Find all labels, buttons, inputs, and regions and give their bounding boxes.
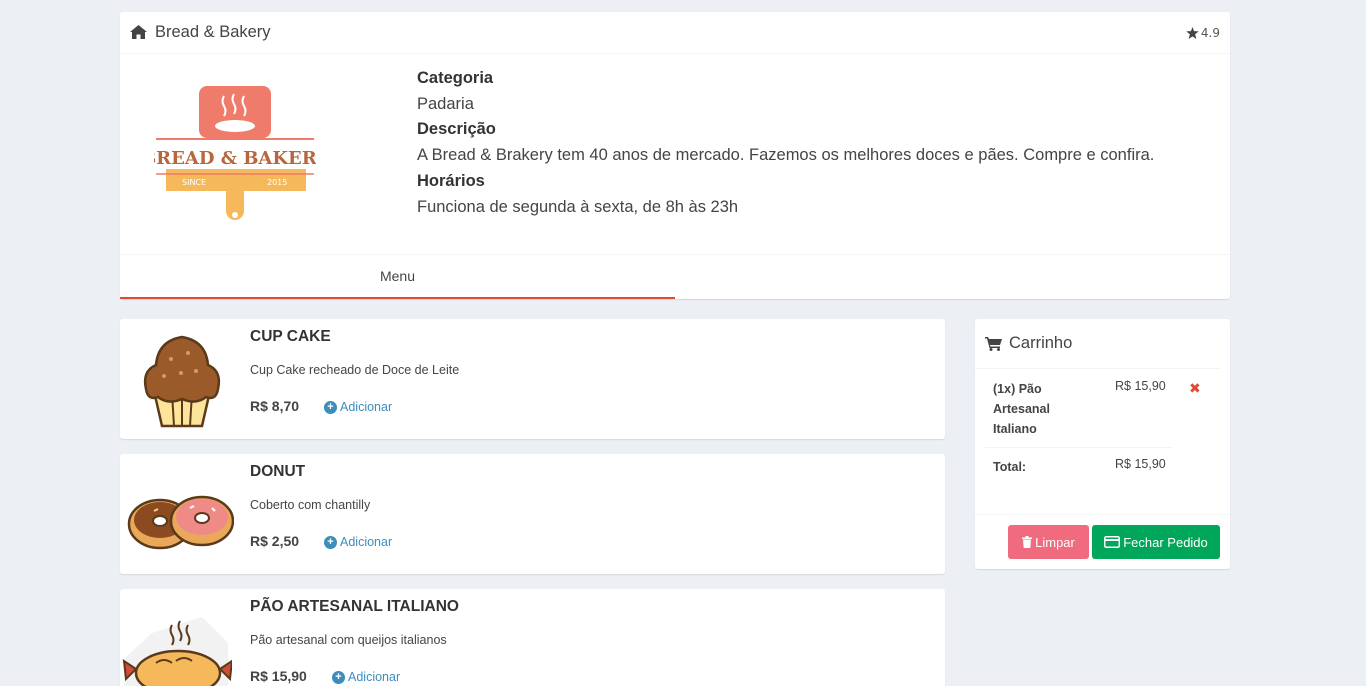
description-label: Descrição	[417, 120, 496, 139]
cart-total-value: R$ 15,90	[1115, 457, 1166, 471]
rating: 4.9	[1186, 26, 1220, 40]
cart-footer: Limpar Fechar Pedido	[975, 514, 1230, 569]
item-price: R$ 2,50	[250, 533, 300, 549]
restaurant-name: Bread & Bakery	[155, 23, 271, 41]
logo-since: SINCE	[182, 178, 206, 187]
item-name: PÃO ARTESANAL ITALIANO	[250, 598, 459, 615]
menu-item: DONUT Coberto com chantilly R$ 2,50 + Ad…	[120, 454, 945, 574]
plus-circle-icon: +	[324, 535, 337, 549]
cart-total-row: Total: R$ 15,90	[985, 449, 1172, 489]
cart-title: Carrinho	[1009, 334, 1073, 352]
restaurant-logo: BREAD & BAKERY SINCE 2015	[154, 86, 316, 220]
shopping-cart-icon	[985, 336, 1002, 351]
logo-text: BREAD & BAKERY	[154, 148, 316, 169]
clear-cart-label: Limpar	[1035, 534, 1075, 550]
add-button[interactable]: + Adicionar	[324, 535, 392, 549]
description-value: A Bread & Brakery tem 40 anos de mercado…	[417, 146, 1155, 165]
item-name: DONUT	[250, 463, 306, 480]
cart-total-label: Total:	[993, 460, 1027, 474]
cart-item: (1x) Pão Artesanal Italiano R$ 15,90	[985, 371, 1172, 448]
item-description: Cup Cake recheado de Doce de Leite	[250, 363, 460, 377]
home-icon	[130, 24, 148, 41]
add-button[interactable]: + Adicionar	[324, 400, 392, 414]
restaurant-header: Bread & Bakery 4.9	[120, 12, 1230, 54]
cart-item-price: R$ 15,90	[1115, 379, 1166, 393]
trash-icon	[1022, 536, 1035, 548]
add-label: Adicionar	[348, 670, 401, 684]
cupcake-icon	[143, 335, 221, 428]
star-icon	[1186, 26, 1199, 39]
restaurant-body: BREAD & BAKERY SINCE 2015 Categoria Pada…	[120, 54, 1230, 254]
item-description: Coberto com chantilly	[250, 498, 371, 512]
clear-cart-button[interactable]: Limpar	[1008, 525, 1089, 559]
cart-header: Carrinho	[975, 319, 1220, 369]
category-label: Categoria	[417, 69, 494, 87]
credit-card-icon	[1104, 536, 1123, 548]
item-name: CUP CAKE	[250, 328, 331, 345]
plus-circle-icon: +	[332, 670, 345, 684]
donut-icon	[127, 495, 234, 550]
restaurant-card: Bread & Bakery 4.9 BREAD & BAKERY	[120, 12, 1230, 299]
hours-value: Funciona de segunda à sexta, de 8h às 23…	[417, 197, 739, 216]
add-label: Adicionar	[340, 535, 393, 549]
checkout-button[interactable]: Fechar Pedido	[1092, 525, 1220, 559]
checkout-label: Fechar Pedido	[1123, 534, 1208, 550]
menu-item: CUP CAKE Cup Cake recheado de Doce de Le…	[120, 319, 945, 439]
cart-panel: Carrinho (1x) Pão Artesanal Italiano R$ …	[975, 319, 1230, 569]
tab-menu[interactable]: Menu	[120, 255, 675, 299]
add-button[interactable]: + Adicionar	[332, 670, 400, 684]
item-price: R$ 8,70	[250, 398, 300, 414]
remove-item-icon[interactable]: ✖	[1189, 381, 1201, 397]
add-label: Adicionar	[340, 400, 393, 414]
logo-year: 2015	[267, 178, 287, 187]
item-price: R$ 15,90	[250, 668, 307, 684]
bread-icon	[122, 617, 232, 686]
category-value: Padaria	[417, 94, 474, 113]
hours-label: Horários	[417, 171, 485, 190]
cart-item-name: (1x) Pão Artesanal Italiano	[993, 382, 1050, 436]
restaurant-info: Categoria Padaria Descrição A Bread & Br…	[417, 66, 1154, 220]
item-description: Pão artesanal com queijos italianos	[250, 633, 447, 647]
plus-circle-icon: +	[324, 400, 337, 414]
rating-value: 4.9	[1200, 25, 1220, 40]
tab-bar: Menu	[120, 254, 1230, 299]
menu-item: PÃO ARTESANAL ITALIANO Pão artesanal com…	[120, 589, 945, 686]
